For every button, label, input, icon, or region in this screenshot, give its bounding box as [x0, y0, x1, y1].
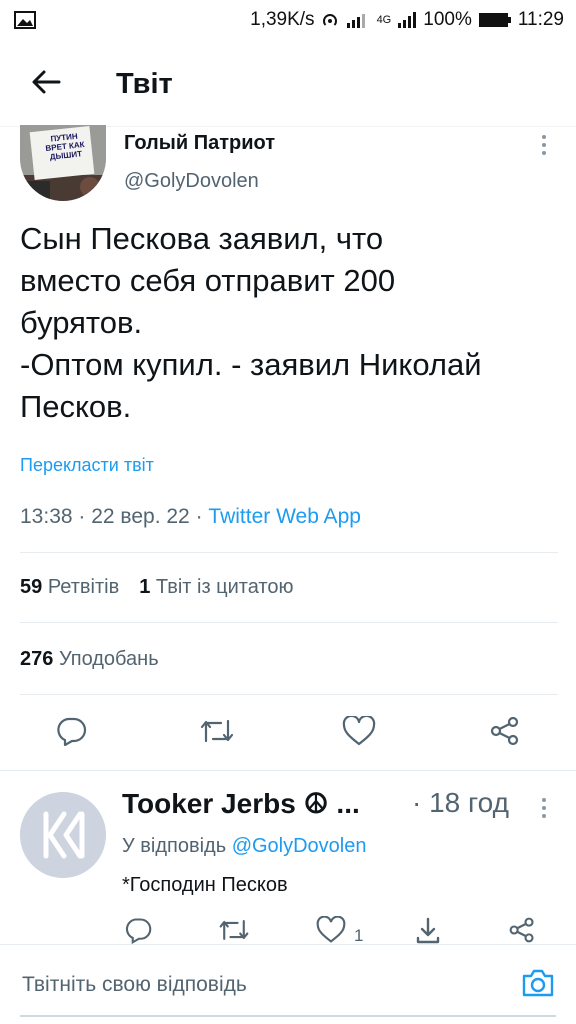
battery-percent: 100%: [423, 9, 472, 30]
reply-author-avatar[interactable]: [20, 792, 106, 878]
retweet-stats: 59 Ретвітів 1 Твіт із цитатою: [20, 576, 294, 599]
tweet-date: 22 вер. 22: [91, 505, 190, 528]
more-vertical-icon-dot: [542, 143, 546, 147]
app-bar: Твіт: [0, 52, 576, 116]
reply-more-options-button[interactable]: [530, 791, 558, 825]
tweet-actions: [0, 708, 576, 758]
reply-compose-input[interactable]: Твітніть свою відповідь: [22, 973, 247, 997]
tweet-text: Сын Пескова заявил, что вместо себя отпр…: [20, 221, 482, 424]
reply-actions: 1: [110, 916, 560, 944]
divider: [20, 622, 558, 623]
divider: [0, 770, 576, 771]
more-vertical-icon: [542, 798, 546, 802]
signal-icon: [397, 11, 417, 29]
reply-like-button[interactable]: 1: [316, 916, 363, 944]
back-arrow-icon: [31, 69, 61, 100]
reply-author-name[interactable]: Tooker Jerbs ☮ ...: [122, 787, 360, 820]
likes-count: 276: [20, 648, 54, 670]
meta-separator: ·: [72, 505, 92, 528]
reply-icon: [124, 916, 152, 944]
like-icon: [316, 916, 346, 944]
tweet-meta: 13:38 · 22 вер. 22 · Twitter Web App: [20, 505, 361, 529]
reply-to-handle[interactable]: @GolyDovolen: [232, 835, 367, 857]
likes-label: Уподобань: [58, 648, 159, 670]
reply-share-button[interactable]: [414, 916, 442, 944]
camera-button[interactable]: [518, 967, 558, 1003]
like-button[interactable]: [334, 708, 384, 758]
likes-stat[interactable]: 276 Уподобань: [20, 648, 159, 671]
back-button[interactable]: [14, 52, 78, 116]
reply-time: · 18 год: [412, 787, 509, 818]
retweets-label: Ретвітів: [47, 576, 120, 598]
more-vertical-icon-dot: [542, 814, 546, 818]
more-vertical-icon-dot: [542, 806, 546, 810]
author-name[interactable]: Голый Патриот: [124, 132, 275, 155]
meta-separator: ·: [189, 505, 209, 528]
tweet-source-link[interactable]: Twitter Web App: [208, 505, 361, 528]
reply-compose-bar: Твітніть свою відповідь: [0, 944, 576, 1024]
more-vertical-icon-dot: [542, 151, 546, 155]
network-speed: 1,39K/s: [250, 9, 315, 30]
share-button[interactable]: [480, 708, 530, 758]
avatar-sign-text: ПУТИН ВРЕТ КАК ДЫШИТ: [45, 131, 85, 162]
retweet-button[interactable]: [192, 708, 242, 758]
more-vertical-icon: [542, 135, 546, 139]
compose-underline: [20, 1015, 556, 1017]
quotes-stat[interactable]: 1 Твіт із цитатою: [139, 576, 293, 599]
reply-icon: [55, 716, 87, 751]
camera-icon: [521, 968, 555, 1003]
status-bar: 1,39K/s 4G 100% 11:29: [0, 0, 576, 40]
more-options-button[interactable]: [530, 128, 558, 162]
tweet-time: 13:38: [20, 505, 73, 528]
reply-reply-button[interactable]: [124, 916, 152, 944]
share-icon: [489, 716, 521, 751]
translate-tweet-link[interactable]: Перекласти твіт: [20, 455, 154, 476]
reply-like-count: 1: [354, 926, 364, 944]
share-icon: [414, 916, 442, 944]
divider: [20, 694, 558, 695]
reply-retweet-button[interactable]: [218, 916, 250, 944]
page-title: Твіт: [116, 67, 173, 100]
battery-icon: [478, 11, 512, 29]
quotes-label: Твіт із цитатою: [155, 576, 294, 598]
like-icon: [342, 714, 376, 751]
author-avatar[interactable]: ПУТИН ВРЕТ КАК ДЫШИТ: [20, 125, 106, 201]
divider: [20, 552, 558, 553]
retweets-stat[interactable]: 59 Ретвітів: [20, 576, 119, 599]
quotes-count: 1: [139, 576, 151, 598]
reply-to-label: У відповідь: [122, 835, 227, 857]
reply-button[interactable]: [46, 708, 96, 758]
signal-icon: [345, 11, 371, 29]
network-type: 4G: [376, 14, 392, 26]
author-handle[interactable]: @GolyDovolen: [124, 170, 259, 193]
retweet-icon: [218, 916, 250, 944]
hotspot-icon: [321, 11, 339, 29]
share-icon: [508, 916, 536, 944]
retweets-count: 59: [20, 576, 43, 598]
image-icon: [14, 11, 36, 29]
reply-more-share-button[interactable]: [508, 916, 536, 944]
replying-to: У відповідь @GolyDovolen: [122, 835, 367, 858]
reply-text: *Господин Песков: [122, 874, 288, 896]
clock: 11:29: [517, 9, 564, 30]
retweet-icon: [199, 717, 235, 750]
